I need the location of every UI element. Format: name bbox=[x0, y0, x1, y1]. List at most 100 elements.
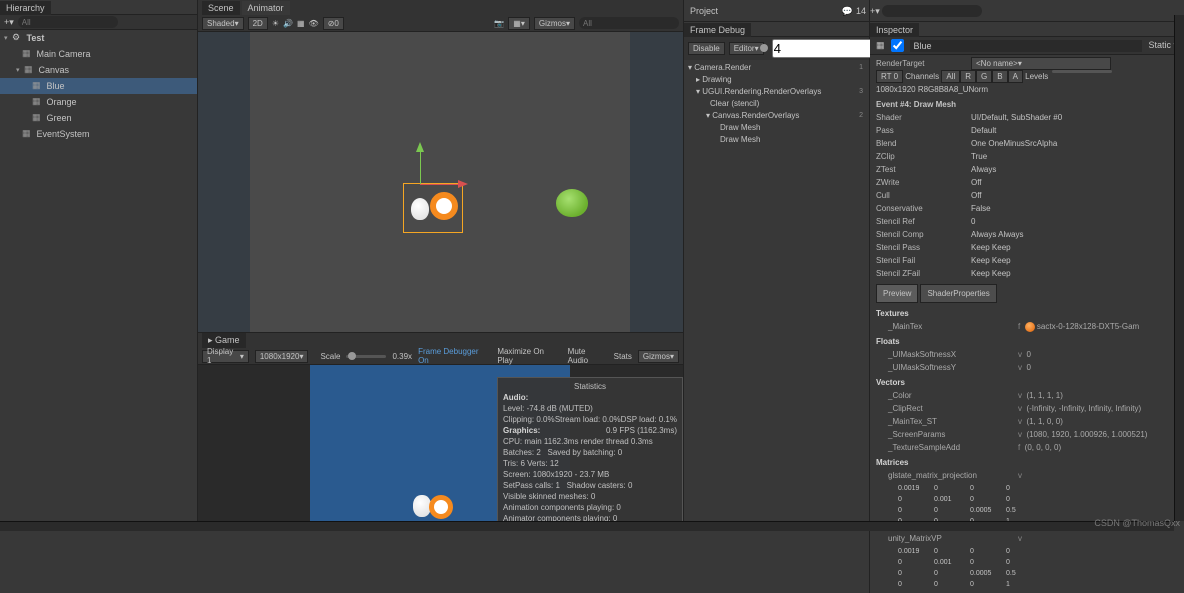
audio-icon[interactable]: 🔊 bbox=[283, 19, 293, 28]
light-icon[interactable]: ☀ bbox=[272, 19, 279, 28]
mode-2d-toggle[interactable]: 2D bbox=[248, 17, 268, 30]
ch-r[interactable]: R bbox=[960, 70, 976, 83]
ch-a[interactable]: A bbox=[1008, 70, 1023, 83]
object-name[interactable]: Blue bbox=[910, 40, 1143, 52]
game-gizmos[interactable]: Gizmos ▾ bbox=[638, 350, 679, 363]
game-viewport[interactable]: Statistics Audio: Level: -74.8 dB (MUTED… bbox=[198, 365, 683, 531]
prop-val: Off bbox=[971, 176, 982, 189]
scale-value: 0.39x bbox=[392, 352, 412, 361]
rendertarget-dropdown[interactable]: <No name> ▾ bbox=[971, 57, 1111, 70]
maintex-label: _MainTex bbox=[888, 320, 1018, 333]
preview-button[interactable]: Preview bbox=[876, 284, 918, 303]
prop-key: Stencil Comp bbox=[876, 228, 971, 241]
camera-icon[interactable]: 📷 bbox=[494, 19, 504, 28]
display-dropdown[interactable]: Display 1 ▾ bbox=[202, 350, 249, 363]
framedebug-tab[interactable]: Frame Debug bbox=[684, 23, 751, 37]
hierarchy-item[interactable]: ▦ Blue bbox=[0, 78, 197, 94]
fd-item[interactable]: ▾ Camera.Render1 bbox=[684, 62, 869, 74]
animator-tab[interactable]: Animator bbox=[242, 1, 290, 15]
scene-root[interactable]: ▾⚙ Test bbox=[0, 30, 197, 46]
active-checkbox[interactable] bbox=[891, 39, 904, 52]
fx-icon[interactable]: ▦ bbox=[297, 19, 305, 28]
hierarchy-item[interactable]: ▦ Main Camera bbox=[0, 46, 197, 62]
hierarchy-item[interactable]: ▾▦ Canvas bbox=[0, 62, 197, 78]
frame-debugger-link[interactable]: Frame Debugger On bbox=[418, 347, 491, 365]
floats-header: Floats bbox=[876, 335, 1178, 348]
view-dropdown[interactable]: ▦▾ bbox=[508, 17, 530, 30]
prop-key: Stencil Ref bbox=[876, 215, 971, 228]
prop-val: One OneMinusSrcAlpha bbox=[971, 137, 1057, 150]
vertical-scrollbar[interactable] bbox=[1174, 15, 1184, 521]
prop-val: Always Always bbox=[971, 228, 1023, 241]
frame-debug-panel: Project 💬 14 Frame Debug Disable Editor … bbox=[684, 0, 870, 593]
msg-icon[interactable]: 💬 bbox=[842, 6, 853, 17]
ch-g[interactable]: G bbox=[976, 70, 992, 83]
watermark: CSDN @ThomasQxx bbox=[1094, 518, 1180, 528]
resolution-dropdown[interactable]: 1080x1920 ▾ bbox=[255, 350, 309, 363]
fd-item[interactable]: Draw Mesh bbox=[684, 122, 869, 134]
levels-label: Levels bbox=[1025, 70, 1048, 83]
prop-key: Blend bbox=[876, 137, 971, 150]
scene-tab[interactable]: Scene bbox=[202, 1, 240, 15]
vectors-header: Vectors bbox=[876, 376, 1178, 389]
shaderprops-button[interactable]: ShaderProperties bbox=[920, 284, 996, 303]
move-gizmo[interactable] bbox=[420, 152, 421, 184]
prop-val: Off bbox=[971, 189, 982, 202]
prop-val: Keep Keep bbox=[971, 267, 1011, 280]
badge: 14 bbox=[853, 6, 869, 16]
hierarchy-tab[interactable]: Hierarchy bbox=[0, 1, 51, 15]
prop-key: Shader bbox=[876, 111, 971, 124]
project-tab[interactable]: Project bbox=[684, 4, 724, 18]
game-candy-orange bbox=[429, 495, 453, 519]
candy-green-sprite bbox=[556, 189, 588, 217]
mute-audio[interactable]: Mute Audio bbox=[568, 347, 608, 365]
stats-toggle[interactable]: Stats bbox=[614, 352, 632, 361]
prop-val: Always bbox=[971, 163, 996, 176]
ch-b[interactable]: B bbox=[992, 70, 1007, 83]
scene-viewport[interactable] bbox=[198, 32, 683, 332]
prop-key: Cull bbox=[876, 189, 971, 202]
maximize-on-play[interactable]: Maximize On Play bbox=[497, 347, 561, 365]
prop-val: Keep Keep bbox=[971, 241, 1011, 254]
gizmos-dropdown[interactable]: Gizmos ▾ bbox=[534, 17, 575, 30]
inspector-panel: +▾ Inspector ▦ Blue Static ▾ RenderTarge… bbox=[870, 0, 1184, 593]
fd-item[interactable]: ▾ UGUI.Rendering.RenderOverlays3 bbox=[684, 86, 869, 98]
hierarchy-item[interactable]: ▦ Green bbox=[0, 110, 197, 126]
hierarchy-panel: Hierarchy +▾ ▾⚙ Test ▦ Main Camera ▾▦ Ca… bbox=[0, 0, 197, 531]
hierarchy-item[interactable]: ▦ EventSystem bbox=[0, 126, 197, 142]
plus-icon[interactable]: +▾ bbox=[870, 6, 880, 17]
prop-key: Stencil Fail bbox=[876, 254, 971, 267]
gizmo-toggle[interactable]: ⊘ 0 bbox=[323, 17, 344, 30]
prop-key: ZClip bbox=[876, 150, 971, 163]
candy-white-sprite bbox=[411, 198, 429, 220]
prop-val: True bbox=[971, 150, 987, 163]
rt-index[interactable]: RT 0 bbox=[876, 70, 903, 83]
disable-button[interactable]: Disable bbox=[688, 42, 725, 55]
hierarchy-search[interactable] bbox=[18, 16, 118, 28]
prop-key: ZWrite bbox=[876, 176, 971, 189]
levels-slider[interactable] bbox=[1052, 70, 1112, 73]
scale-label: Scale bbox=[320, 352, 340, 361]
stats-panel: Statistics Audio: Level: -74.8 dB (MUTED… bbox=[497, 377, 683, 528]
fd-item[interactable]: Clear (stencil) bbox=[684, 98, 869, 110]
inspector-tab[interactable]: Inspector bbox=[870, 23, 919, 37]
prop-val: False bbox=[971, 202, 991, 215]
editor-dropdown[interactable]: Editor ▾ bbox=[729, 42, 764, 55]
fd-item[interactable]: Draw Mesh bbox=[684, 134, 869, 146]
ch-all[interactable]: All bbox=[941, 70, 960, 83]
scale-slider[interactable] bbox=[346, 355, 386, 358]
game-tab[interactable]: ▸ Game bbox=[202, 333, 246, 348]
fd-item[interactable]: ▸ Drawing bbox=[684, 74, 869, 86]
texture-icon bbox=[1025, 322, 1035, 332]
plus-icon[interactable]: +▾ bbox=[4, 17, 14, 28]
project-search[interactable] bbox=[882, 5, 982, 17]
rendertarget-label: RenderTarget bbox=[876, 57, 971, 70]
hidden-icon[interactable]: 👁 bbox=[309, 19, 319, 28]
fd-item[interactable]: ▾ Canvas.RenderOverlays2 bbox=[684, 110, 869, 122]
prop-key: Conservative bbox=[876, 202, 971, 215]
hierarchy-item[interactable]: ▦ Orange bbox=[0, 94, 197, 110]
prop-val: Keep Keep bbox=[971, 254, 1011, 267]
shading-dropdown[interactable]: Shaded ▾ bbox=[202, 17, 244, 30]
scene-search[interactable] bbox=[579, 17, 679, 29]
prop-key: Stencil ZFail bbox=[876, 267, 971, 280]
